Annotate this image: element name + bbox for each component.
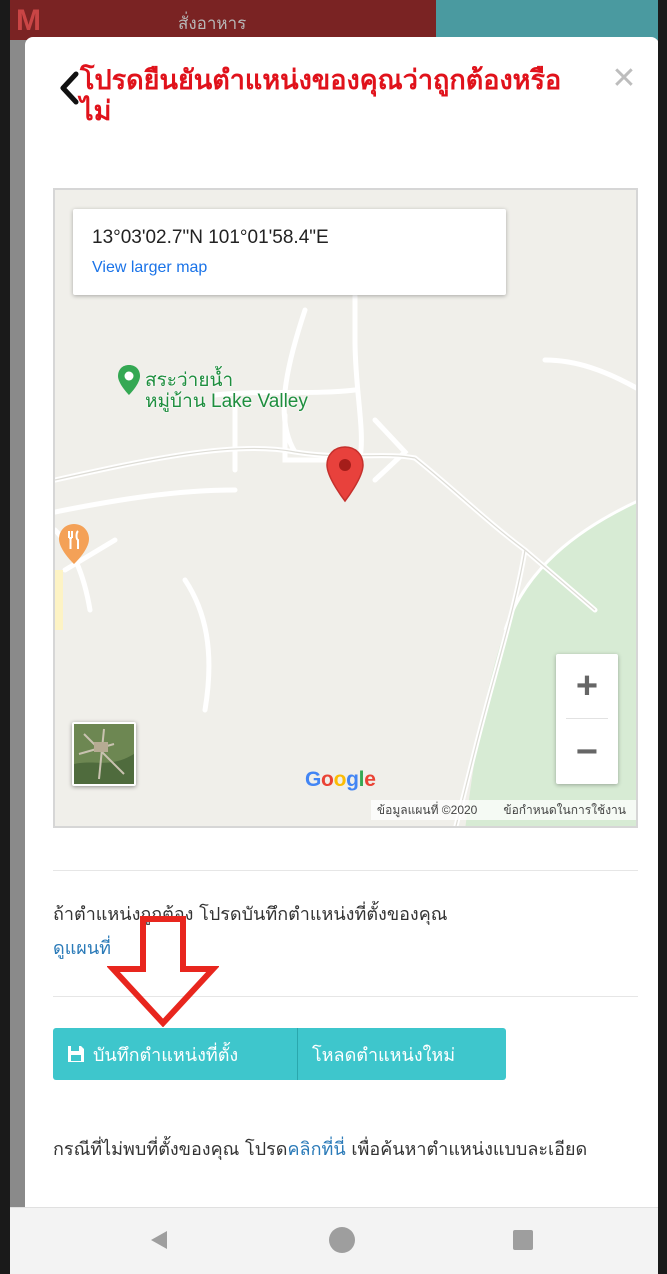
save-location-label: บันทึกตำแหน่งที่ตั้ง — [93, 1044, 239, 1066]
back-chevron-icon[interactable] — [55, 70, 83, 106]
fallback-hint-text: กรณีที่ไม่พบที่ตั้งของคุณ โปรดคลิกที่นี่… — [53, 1135, 653, 1165]
divider-top — [53, 870, 638, 871]
terms-of-use-link[interactable]: ข้อกำหนดในการใช้งาน — [503, 803, 626, 817]
fallback-hint-suffix: เพื่อค้นหาตำแหน่งแบบละเอียด — [345, 1139, 588, 1160]
close-icon[interactable]: ✕ — [609, 64, 639, 94]
google-logo-letter: g — [346, 768, 359, 791]
background-app-logo: M — [16, 4, 41, 37]
satellite-view-toggle[interactable] — [72, 722, 136, 786]
click-here-link[interactable]: คลิกที่นี่ — [288, 1139, 346, 1160]
nav-back-icon[interactable] — [150, 1230, 168, 1254]
poi-marker-icon[interactable] — [117, 364, 141, 400]
google-logo-letter: G — [305, 768, 322, 791]
location-pin-icon[interactable] — [325, 445, 365, 507]
nav-recent-apps-icon[interactable] — [513, 1230, 533, 1250]
location-button-group: บันทึกตำแหน่งที่ตั้ง โหลดตำแหน่งใหม่ — [53, 1028, 506, 1080]
location-confirm-modal: โปรดยืนยันตำแหน่งของคุณว่าถูกต้องหรือไม่… — [25, 37, 658, 1207]
map-data-label: ข้อมูลแผนที่ ©2020 — [376, 803, 478, 817]
save-location-button[interactable]: บันทึกตำแหน่งที่ตั้ง — [53, 1028, 298, 1080]
google-logo-letter: o — [333, 768, 347, 791]
android-navigation-bar — [10, 1207, 658, 1274]
poi-label[interactable]: สระว่ายน้ำ หมู่บ้าน Lake Valley — [145, 370, 308, 412]
restaurant-marker-icon[interactable] — [57, 522, 91, 570]
view-larger-map-link[interactable]: View larger map — [92, 259, 207, 277]
embedded-map[interactable]: 13°03'02.7"N 101°01'58.4"E View larger m… — [53, 188, 638, 828]
nav-home-icon[interactable] — [329, 1227, 355, 1253]
view-map-link[interactable]: ดูแผนที่ — [53, 933, 111, 962]
map-zoom-controls: + − — [556, 654, 618, 784]
google-logo-letter: o — [321, 768, 334, 791]
zoom-in-button[interactable]: + — [556, 654, 618, 718]
poi-label-line2: หมู่บ้าน Lake Valley — [145, 391, 308, 412]
background-menu-label: สั่งอาหาร — [178, 14, 247, 34]
floppy-disk-icon — [67, 1045, 85, 1063]
reload-location-button[interactable]: โหลดตำแหน่งใหม่ — [298, 1028, 506, 1080]
coordinates-label: 13°03'02.7"N 101°01'58.4"E — [92, 227, 329, 248]
annotation-down-arrow-icon — [106, 915, 220, 1031]
poi-label-line1: สระว่ายน้ำ — [145, 370, 234, 391]
reload-location-label: โหลดตำแหน่งใหม่ — [312, 1044, 456, 1066]
fallback-hint-prefix: กรณีที่ไม่พบที่ตั้งของคุณ โปรด — [53, 1139, 288, 1160]
zoom-out-button[interactable]: − — [556, 720, 618, 784]
map-info-card: 13°03'02.7"N 101°01'58.4"E View larger m… — [73, 209, 506, 295]
background-header-box — [436, 0, 658, 40]
zoom-separator — [566, 718, 608, 719]
screen: M สั่งอาหาร โปรดยืนยันตำแหน่งของคุณว่าถู… — [10, 0, 658, 1274]
google-logo-letter: e — [364, 768, 376, 791]
modal-title: โปรดยืนยันตำแหน่งของคุณว่าถูกต้องหรือไม่ — [80, 65, 562, 127]
google-logo: Google — [305, 768, 376, 792]
map-attribution: ข้อมูลแผนที่ ©2020 ข้อกำหนดในการใช้งาน — [370, 800, 636, 820]
